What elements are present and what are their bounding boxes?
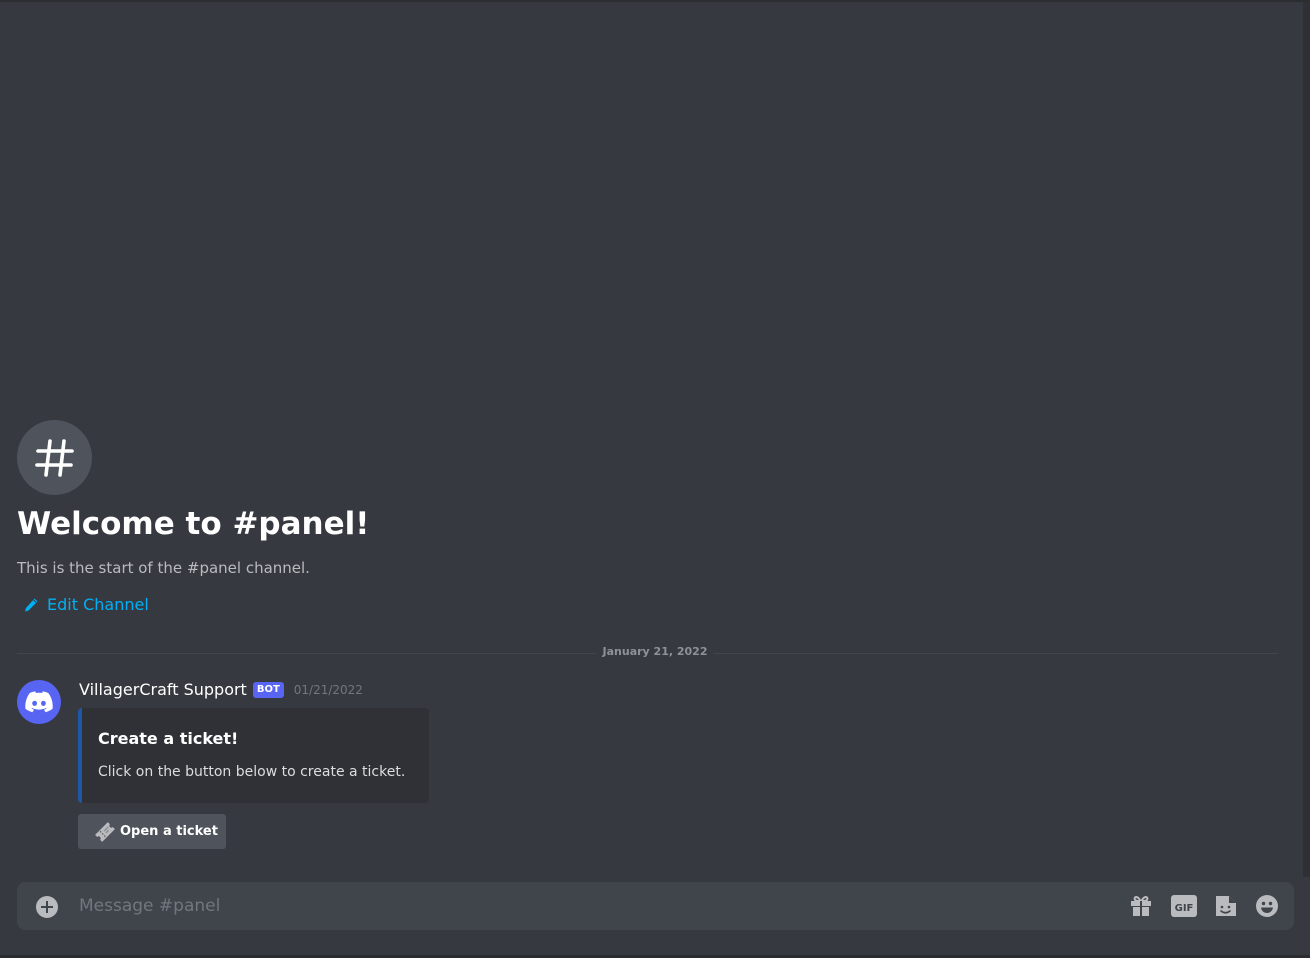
embed-description: Click on the button below to create a ti… xyxy=(98,764,406,780)
ticket-icon xyxy=(95,821,115,842)
emoji-icon xyxy=(1256,895,1278,917)
gif-button[interactable]: GIF xyxy=(1171,893,1197,919)
message-composer: GIF xyxy=(17,882,1294,930)
emoji-button[interactable] xyxy=(1254,893,1280,919)
gift-icon xyxy=(1131,895,1151,916)
message-timestamp: 01/21/2022 xyxy=(293,682,363,697)
embed-title: Create a ticket! xyxy=(98,729,239,748)
channel-hash-avatar xyxy=(17,420,92,495)
hash-icon xyxy=(34,438,74,477)
open-ticket-label: Open a ticket xyxy=(120,824,218,839)
svg-text:GIF: GIF xyxy=(1175,903,1194,914)
welcome-title: Welcome to #panel! xyxy=(17,506,370,542)
welcome-subtitle: This is the start of the #panel channel. xyxy=(17,559,310,577)
message-header: VillagerCraft Support BOT 01/21/2022 xyxy=(79,680,363,699)
sticker-icon xyxy=(1216,896,1236,916)
gift-button[interactable] xyxy=(1128,893,1154,919)
bot-badge: BOT xyxy=(252,681,284,698)
message-embed: Create a ticket! Click on the button bel… xyxy=(78,708,429,803)
edit-channel-label: Edit Channel xyxy=(47,595,149,614)
username[interactable]: VillagerCraft Support xyxy=(79,680,247,699)
open-ticket-button[interactable]: Open a ticket xyxy=(78,814,226,849)
gif-icon: GIF xyxy=(1171,895,1197,917)
pencil-icon xyxy=(25,598,38,611)
bot-avatar[interactable] xyxy=(17,680,61,724)
chat-window: Welcome to #panel! This is the start of … xyxy=(0,0,1310,958)
add-attachment-button[interactable] xyxy=(35,895,59,919)
sticker-button[interactable] xyxy=(1213,893,1239,919)
message-input[interactable] xyxy=(79,893,1099,919)
edit-channel-link[interactable]: Edit Channel xyxy=(23,595,149,614)
add-icon xyxy=(36,896,58,918)
date-divider-label: January 21, 2022 xyxy=(596,645,714,658)
scrollbar-track[interactable] xyxy=(1303,2,1310,877)
discord-logo-icon xyxy=(25,691,53,713)
